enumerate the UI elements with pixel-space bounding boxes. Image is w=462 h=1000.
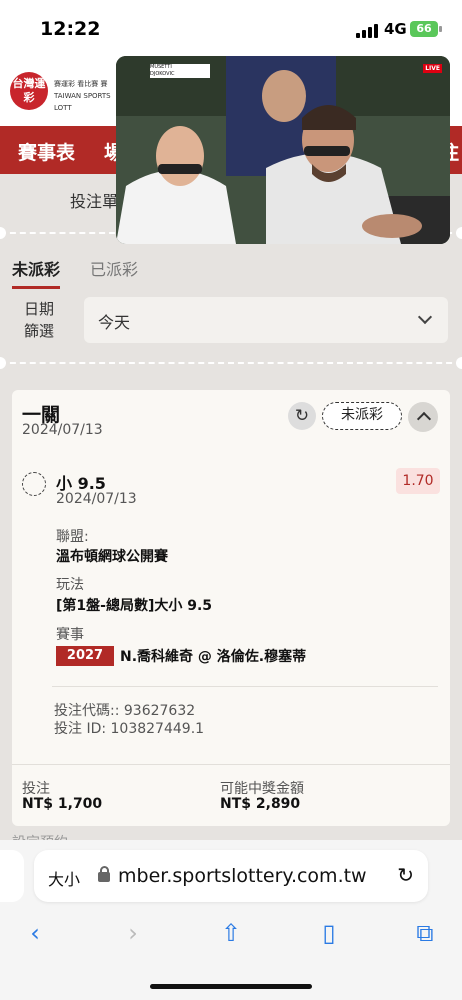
selection-date: 2024/07/13 [56, 491, 137, 507]
bet-code: 投注代碼:: 93627632 [54, 703, 196, 719]
forward-icon[interactable]: › [118, 918, 148, 948]
odds-badge: 1.70 [396, 468, 440, 494]
market-label: 玩法 [56, 577, 84, 593]
battery-icon: 66 [410, 21, 442, 37]
divider [52, 686, 438, 687]
reload-icon[interactable]: ↻ [397, 863, 414, 887]
stake-label: 投注 [22, 781, 50, 797]
bet-card: 一關 2024/07/13 ↻ 未派彩 小 9.5 2024/07/13 1.7… [12, 390, 450, 826]
ticket-notch [0, 227, 6, 239]
tabs-icon[interactable]: ⧉ [410, 918, 440, 948]
share-icon[interactable]: ⇧ [216, 918, 246, 948]
league-label: 聯盟: [56, 529, 89, 545]
bet-date: 2024/07/13 [22, 422, 103, 438]
event-name: N.喬科維奇 @ 洛倫佐.穆塞蒂 [120, 649, 307, 665]
bookmarks-icon[interactable]: ▯ [314, 918, 344, 948]
video-frame [116, 56, 450, 244]
signal-icon [356, 24, 378, 38]
league-value: 溫布頓網球公開賽 [56, 549, 168, 565]
status-bar: 12:22 4G 66 [0, 0, 462, 56]
chevron-down-icon [417, 309, 433, 325]
ticket-notch [456, 227, 462, 239]
brand-logo[interactable]: 台灣運彩 [10, 72, 48, 110]
nav-item-schedule[interactable]: 賽事表 [18, 138, 75, 165]
event-label: 賽事 [56, 627, 84, 643]
clock: 12:22 [40, 18, 101, 40]
payout-value: NT$ 2,890 [220, 796, 301, 812]
video-pip[interactable]: MUSETTI DJOKOVIC LIVE [116, 56, 450, 244]
bet-slip-tab-label: 投注單 [70, 192, 119, 211]
address-bar[interactable]: 大小 mber.sportslottery.com.tw ↻ [34, 850, 428, 902]
payout-status-tabs: 未派彩 已派彩 [0, 252, 462, 289]
date-filter-label: 日期 篩選 [24, 300, 55, 340]
scoreboard: MUSETTI DJOKOVIC [150, 64, 210, 78]
divider [0, 362, 462, 364]
date-filter-value: 今天 [98, 313, 131, 332]
tab-settled[interactable]: 已派彩 [90, 256, 138, 280]
refresh-icon[interactable]: ↻ [288, 402, 316, 430]
market-value: [第1盤-總局數]大小 9.5 [56, 598, 213, 614]
ticket-notch [0, 357, 6, 369]
url-text[interactable]: mber.sportslottery.com.tw [118, 865, 394, 887]
home-indicator [150, 984, 312, 989]
lock-icon [98, 866, 110, 882]
network-type: 4G [384, 20, 407, 38]
collapse-button[interactable] [408, 402, 438, 432]
tab-unsettled[interactable]: 未派彩 [12, 256, 61, 289]
ticket-notch [456, 357, 462, 369]
status-badge: 未派彩 [322, 402, 402, 430]
scoreboard-player-2: DJOKOVIC [150, 71, 175, 77]
date-filter-select[interactable]: 今天 [84, 297, 448, 343]
payout-label: 可能中獎金額 [220, 781, 304, 797]
brand-caption: 賽運彩 看比賽 賽 TAIWAN SPORTS LOTT [54, 80, 111, 112]
stake-value: NT$ 1,700 [22, 796, 103, 812]
selection-status-icon [22, 472, 46, 496]
scoreboard-player-1: MUSETTI [150, 64, 172, 70]
browser-toolbar: 大小 mber.sportslottery.com.tw ↻ ‹ › ⇧ ▯ ⧉ [0, 840, 462, 1000]
bet-id: 投注 ID: 103827449.1 [54, 721, 205, 737]
text-size-button[interactable]: 大小 [48, 866, 80, 890]
back-icon[interactable]: ‹ [20, 918, 50, 948]
previous-tab-peek[interactable] [0, 850, 24, 902]
divider [12, 764, 450, 765]
live-badge: LIVE [423, 64, 442, 73]
event-id-badge: 2027 [56, 646, 114, 666]
bet-codes: 投注代碼:: 93627632 投注 ID: 103827449.1 [54, 702, 204, 738]
